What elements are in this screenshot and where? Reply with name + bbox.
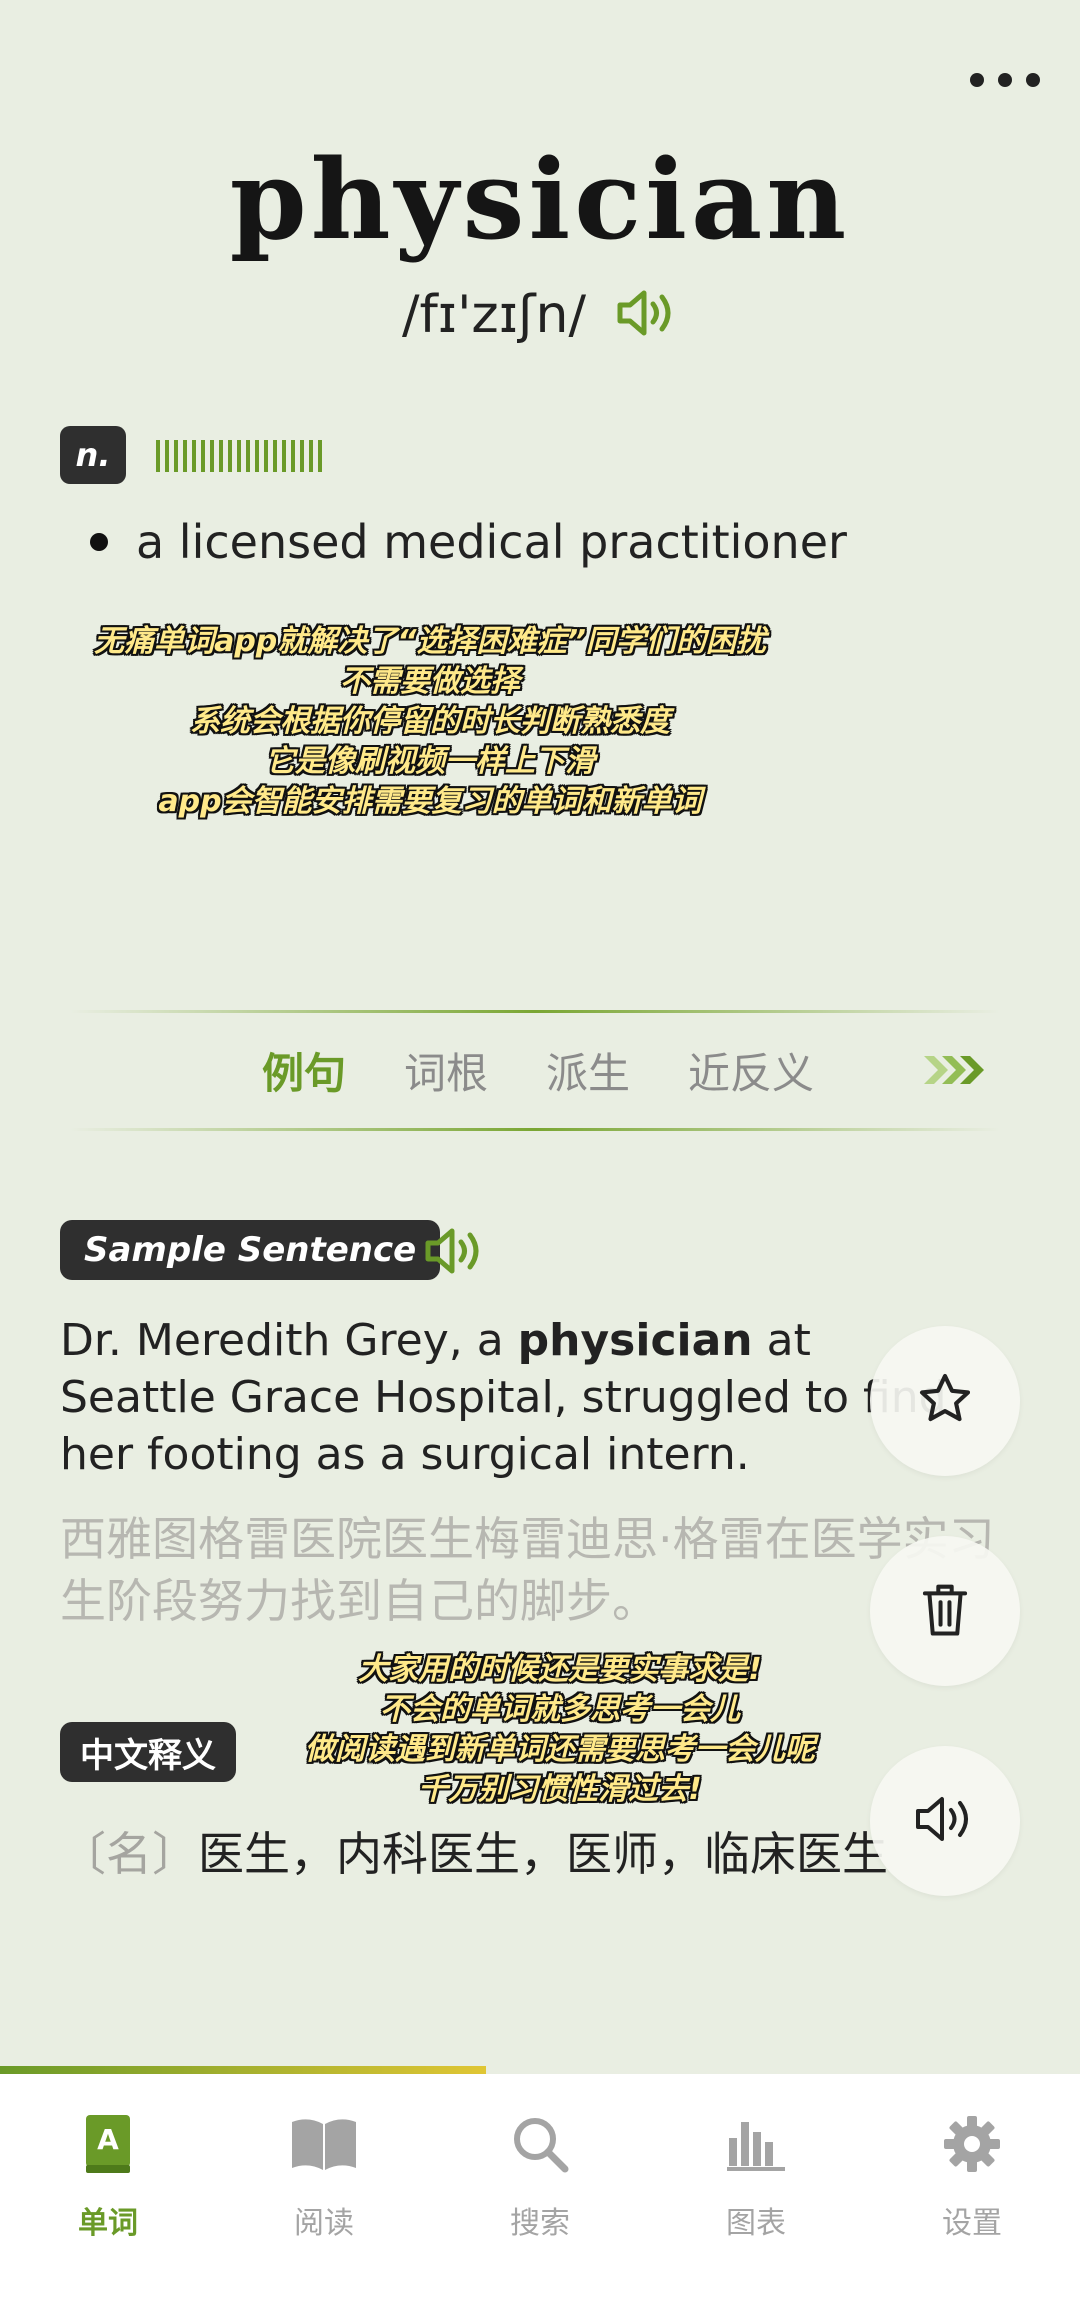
definition-text: a licensed medical practitioner xyxy=(136,515,847,569)
sentence-translation: 西雅图格雷医院医生梅雷迪思·格雷在医学实习生阶段努力找到自己的脚步。 xyxy=(60,1512,995,1628)
subtitle-line: 不会的单词就多思考一会儿 xyxy=(380,1692,740,1727)
definition-item: a licensed medical practitioner xyxy=(90,515,847,569)
subtitle-line: 它是像刷视频一样上下滑 xyxy=(265,744,595,779)
speaker-icon xyxy=(914,1794,976,1848)
headword: physician xyxy=(229,135,851,264)
vocab-book-icon: A xyxy=(82,2104,134,2184)
bullet-dot xyxy=(90,533,108,551)
sentence-keyword: physician xyxy=(517,1315,753,1366)
subtitle-overlay-top: 无痛单词app就解决了“选择困难症”同学们的困扰 不需要做选择 系统会根据你停留… xyxy=(40,622,820,822)
open-book-icon xyxy=(290,2104,358,2184)
chinese-meaning: 医生，内科医生，医师，临床医生 xyxy=(198,1827,888,1881)
nav-item-search[interactable]: 搜索 xyxy=(432,2074,648,2302)
frequency-tick xyxy=(192,440,196,472)
phonetic-row: /fɪ'zɪʃn/ xyxy=(0,285,1080,345)
phonetic-text: /fɪ'zɪʃn/ xyxy=(401,285,586,345)
subtitle-line: 做阅读遇到新单词还需要思考一会儿呢 xyxy=(305,1732,815,1767)
frequency-bar xyxy=(156,440,322,472)
frequency-tick xyxy=(210,440,214,472)
nav-item-charts[interactable]: 图表 xyxy=(648,2074,864,2302)
part-of-speech-badge: n. xyxy=(60,426,126,484)
more-tabs-chevron-icon[interactable] xyxy=(920,1052,1000,1092)
more-dot xyxy=(970,73,984,87)
read-aloud-button[interactable] xyxy=(870,1746,1020,1896)
frequency-tick xyxy=(174,440,178,472)
star-icon xyxy=(916,1370,974,1432)
favorite-button[interactable] xyxy=(870,1326,1020,1476)
nav-item-settings[interactable]: 设置 xyxy=(864,2074,1080,2302)
bar-chart-icon xyxy=(725,2104,787,2184)
frequency-tick xyxy=(264,440,268,472)
tabs-divider-bottom xyxy=(70,1128,1000,1131)
progress-bar xyxy=(0,2066,486,2074)
sample-sentence-badge: Sample Sentence xyxy=(60,1220,441,1280)
subtitle-overlay-bottom: 大家用的时候还是要实事求是! 不会的单词就多思考一会儿 做阅读遇到新单词还需要思… xyxy=(240,1650,880,1810)
nav-label: 阅读 xyxy=(294,2206,354,2241)
nav-label: 设置 xyxy=(942,2206,1002,2241)
frequency-tick xyxy=(291,440,295,472)
nav-label: 单词 xyxy=(78,2206,138,2241)
subtitle-line: 无痛单词app就解决了“选择困难症”同学们的困扰 xyxy=(94,624,766,659)
chinese-definition-badge: 中文释义 xyxy=(60,1722,236,1782)
frequency-tick xyxy=(282,440,286,472)
tab-examples[interactable]: 例句 xyxy=(262,1040,346,1101)
frequency-tick xyxy=(300,440,304,472)
tab-roots[interactable]: 词根 xyxy=(404,1040,488,1101)
delete-button[interactable] xyxy=(870,1536,1020,1686)
trash-icon xyxy=(918,1580,972,1642)
more-dot xyxy=(1026,73,1040,87)
detail-tabs: 例句 词根 派生 近反义 xyxy=(262,1040,814,1101)
subtitle-line: 不需要做选择 xyxy=(340,664,520,699)
frequency-tick xyxy=(165,440,169,472)
search-icon xyxy=(510,2104,570,2184)
frequency-tick xyxy=(318,440,322,472)
frequency-tick xyxy=(228,440,232,472)
sentence-part: Dr. Meredith Grey, a xyxy=(60,1315,518,1366)
more-dot xyxy=(998,73,1012,87)
frequency-tick xyxy=(183,440,187,472)
tab-synonyms-antonyms[interactable]: 近反义 xyxy=(688,1040,814,1101)
subtitle-line: 千万别习惯性滑过去! xyxy=(418,1772,702,1807)
gear-icon xyxy=(942,2104,1002,2184)
sentence-speaker-icon[interactable] xyxy=(424,1226,486,1280)
more-options-button[interactable] xyxy=(970,60,1040,100)
bottom-nav: A 单词 阅读 搜索 图表 设置 xyxy=(0,2074,1080,2302)
nav-label: 图表 xyxy=(726,2206,786,2241)
subtitle-line: 系统会根据你停留的时长判断熟悉度 xyxy=(190,704,670,739)
nav-label: 搜索 xyxy=(510,2206,570,2241)
nav-item-vocab[interactable]: A 单词 xyxy=(0,2074,216,2302)
tab-derivatives[interactable]: 派生 xyxy=(546,1040,630,1101)
frequency-tick xyxy=(246,440,250,472)
chinese-pos-prefix: 〔名〕 xyxy=(60,1827,198,1881)
frequency-tick xyxy=(273,440,277,472)
sample-sentence: Dr. Meredith Grey, a physician at Seattl… xyxy=(60,1312,960,1483)
tabs-divider-top xyxy=(70,1010,1000,1013)
frequency-tick xyxy=(255,440,259,472)
subtitle-line: app会智能安排需要复习的单词和新单词 xyxy=(158,784,702,819)
frequency-tick xyxy=(219,440,223,472)
chinese-definition: 〔名〕医生，内科医生，医师，临床医生 xyxy=(60,1818,888,1884)
subtitle-line: 大家用的时候还是要实事求是! xyxy=(358,1652,762,1687)
svg-text:A: A xyxy=(97,2123,119,2156)
frequency-tick xyxy=(237,440,241,472)
nav-item-reading[interactable]: 阅读 xyxy=(216,2074,432,2302)
frequency-tick xyxy=(201,440,205,472)
frequency-tick xyxy=(156,440,160,472)
pronounce-speaker-icon[interactable] xyxy=(616,288,678,342)
frequency-tick xyxy=(309,440,313,472)
